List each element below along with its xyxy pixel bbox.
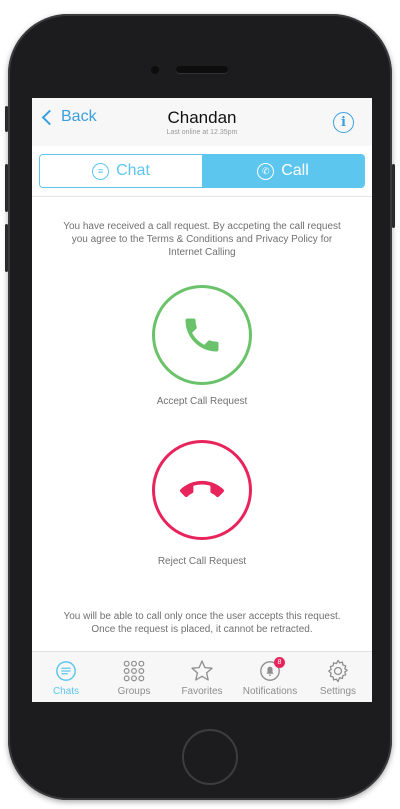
tab-call-label: Call — [281, 162, 309, 179]
star-icon — [189, 658, 215, 684]
earpiece-speaker — [176, 66, 228, 73]
grid-icon — [121, 658, 147, 684]
tabbar-label-favorites: Favorites — [181, 686, 223, 697]
mute-switch — [5, 106, 8, 132]
tabbar-label-settings: Settings — [319, 686, 357, 697]
bottom-tab-bar: Chats Groups Favorites 8 Notifications S… — [32, 651, 372, 702]
contact-name: Chandan — [167, 108, 237, 127]
accept-call-button[interactable] — [152, 285, 252, 385]
tab-chat-label: Chat — [116, 162, 150, 179]
phone-icon: ✆ — [257, 162, 275, 180]
volume-down-button — [5, 224, 8, 272]
notification-count-badge: 8 — [274, 657, 285, 668]
tabbar-item-chats[interactable]: Chats — [32, 652, 100, 702]
reject-call-button[interactable] — [152, 440, 252, 540]
chat-bubble-icon: ≡ — [92, 162, 110, 180]
tabbar-item-favorites[interactable]: Favorites — [168, 652, 236, 702]
tabbar-item-groups[interactable]: Groups — [100, 652, 168, 702]
power-button — [392, 164, 395, 228]
call-request-notice: You have received a call request. By acc… — [63, 221, 341, 258]
tabbar-item-notifications[interactable]: 8 Notifications — [236, 652, 304, 702]
app-screen: Back Chandan Last online at 12.35pm i ≡ … — [32, 98, 372, 702]
phone-accept-icon — [185, 318, 219, 352]
call-policy-notice: You will be able to call only once the u… — [63, 611, 341, 635]
tabbar-label-groups: Groups — [117, 686, 151, 697]
gear-icon — [325, 658, 351, 684]
tab-chat[interactable]: ≡ Chat — [40, 155, 202, 187]
info-icon[interactable]: i — [333, 112, 354, 133]
tabbar-label-notifications: Notifications — [242, 686, 298, 697]
tab-call[interactable]: ✆ Call — [202, 155, 364, 187]
accept-call-label: Accept Call Request — [156, 396, 248, 407]
front-camera — [151, 66, 159, 74]
divider — [32, 196, 372, 197]
bell-icon: 8 — [257, 657, 285, 684]
tabbar-item-settings[interactable]: Settings — [304, 652, 372, 702]
tabbar-label-chats: Chats — [52, 686, 80, 697]
last-online-status: Last online at 12.35pm — [166, 129, 238, 136]
navigation-bar: Back Chandan Last online at 12.35pm i — [32, 98, 372, 146]
reject-call-label: Reject Call Request — [157, 556, 247, 567]
chat-call-segmented-control: ≡ Chat ✆ Call — [39, 154, 365, 188]
phone-hangup-icon — [180, 480, 224, 498]
chat-bubble-icon — [53, 658, 79, 684]
volume-up-button — [5, 164, 8, 212]
home-button[interactable] — [182, 729, 238, 785]
